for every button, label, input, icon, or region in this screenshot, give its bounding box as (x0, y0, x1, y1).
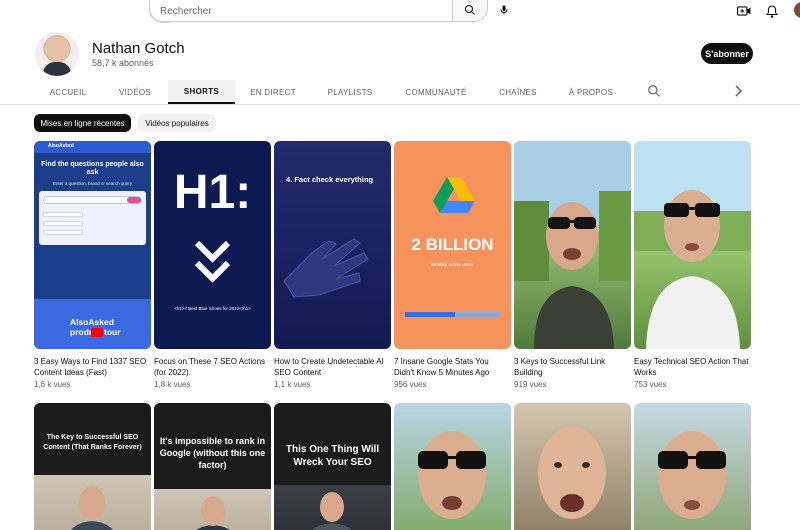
short-thumbnail[interactable] (514, 403, 631, 530)
person-photo (658, 431, 726, 519)
thumb-subline: Enter a question, brand or search query (52, 181, 133, 186)
short-thumbnail[interactable] (634, 141, 751, 349)
person-photo (196, 496, 230, 530)
chevron-right-icon[interactable] (733, 85, 743, 97)
short-title[interactable]: 3 Easy Ways to Find 1337 SEO Content Ide… (34, 356, 151, 378)
video-create-icon (737, 6, 751, 16)
short-title[interactable]: Easy Technical SEO Action That Works (634, 356, 751, 378)
short-views: 956 vues (394, 380, 427, 389)
channel-tabs: ACCUEIL VIDÉOS SHORTS EN DIRECT PLAYLIST… (0, 80, 800, 105)
short-thumbnail[interactable]: 2 BILLION Monthly Active Users (394, 141, 511, 349)
youtube-play-icon (91, 328, 103, 337)
tab-shorts[interactable]: SHORTS (168, 80, 235, 104)
thumb-caption: Monthly Active Users (431, 262, 474, 267)
short-thumbnail[interactable]: This One Thing Will Wreck Your SEO (274, 403, 391, 530)
tab-chaines[interactable]: CHAÎNES (488, 80, 548, 104)
tab-en-direct[interactable]: EN DIRECT (240, 80, 306, 104)
voice-search-button[interactable] (494, 0, 514, 20)
short-title[interactable]: How to Create Undetectable AI SEO Conten… (274, 356, 391, 378)
tab-communaute[interactable]: COMMUNAUTÉ (398, 80, 474, 104)
short-views: 1,1 k vues (274, 380, 311, 389)
account-avatar[interactable] (794, 2, 800, 18)
thumb-caption: 4. Fact check everything (286, 175, 374, 184)
masthead (0, 0, 800, 23)
person-photo (71, 486, 113, 530)
thumb-caption: <h1>7 Best Blue Shoes for 2022</h1> (174, 306, 251, 311)
search-button[interactable] (452, 0, 488, 22)
person-photo (538, 427, 606, 519)
channel-name: Nathan Gotch (92, 40, 185, 57)
person-photo (634, 141, 751, 349)
tab-accueil[interactable]: ACCUEIL (36, 80, 100, 104)
short-views: 919 vues (514, 380, 547, 389)
short-thumbnail[interactable]: 4. Fact check everything (274, 141, 391, 349)
thumb-caption: This One Thing Will Wreck Your SEO (285, 444, 380, 468)
person-photo (312, 492, 352, 530)
short-views: 1,6 k vues (34, 380, 71, 389)
search-box (149, 0, 453, 23)
thumb-brand: AlsoAsked (48, 143, 74, 149)
thumb-progress-bar (405, 312, 500, 317)
chip-popular[interactable]: Vidéos populaires (138, 114, 216, 132)
thumb-headline: 2 BILLION (411, 235, 494, 254)
create-button[interactable] (735, 2, 753, 20)
subscriber-count: 58,7 k abonnés (92, 58, 154, 68)
short-title[interactable]: 7 Insane Google Stats You Didn't Know 5 … (394, 356, 511, 378)
search-icon (465, 5, 475, 15)
thumb-headline: H1: (173, 166, 252, 219)
thumb-caption: The Key to Successful SEO Content (That … (43, 434, 142, 451)
thumb-caption: It's impossible to rank in Google (witho… (159, 436, 266, 470)
tab-videos[interactable]: VIDÉOS (103, 80, 167, 104)
short-thumbnail[interactable] (514, 141, 631, 349)
short-thumbnail[interactable] (634, 403, 751, 530)
google-drive-icon (433, 177, 475, 213)
microphone-icon (500, 5, 508, 15)
tab-playlists[interactable]: PLAYLISTS (318, 80, 382, 104)
bell-icon (766, 4, 778, 18)
hand-illustration-icon (283, 238, 369, 298)
search-input[interactable] (160, 3, 440, 19)
short-views: 1,8 k vues (154, 380, 191, 389)
thumb-promo-text: AlsoAsked product tour (70, 317, 121, 337)
chip-recent[interactable]: Mises en ligne récentes (34, 114, 131, 132)
subscribe-button[interactable]: S'abonner (701, 43, 753, 64)
person-photo (514, 141, 631, 349)
short-title[interactable]: Focus on These 7 SEO Actions (for 2022) (154, 356, 271, 378)
chevron-down-icon (194, 240, 231, 283)
tab-a-propos[interactable]: À PROPOS (560, 80, 622, 104)
thumb-headline: Find the questions people also ask (41, 161, 144, 176)
short-thumbnail[interactable]: The Key to Successful SEO Content (That … (34, 403, 151, 530)
person-photo (418, 431, 486, 519)
search-icon[interactable] (647, 84, 661, 98)
short-thumbnail[interactable]: It's impossible to rank in Google (witho… (154, 403, 271, 530)
short-thumbnail[interactable] (394, 403, 511, 530)
notifications-button[interactable] (763, 2, 781, 20)
short-views: 753 vues (634, 380, 667, 389)
short-thumbnail[interactable]: AlsoAsked Find the questions people also… (34, 141, 151, 349)
channel-avatar[interactable] (35, 32, 79, 76)
short-thumbnail[interactable]: H1: <h1>7 Best Blue Shoes for 2022</h1> (154, 141, 271, 349)
thumb-search-panel (39, 191, 146, 245)
short-title[interactable]: 3 Keys to Successful Link Building (514, 356, 631, 378)
